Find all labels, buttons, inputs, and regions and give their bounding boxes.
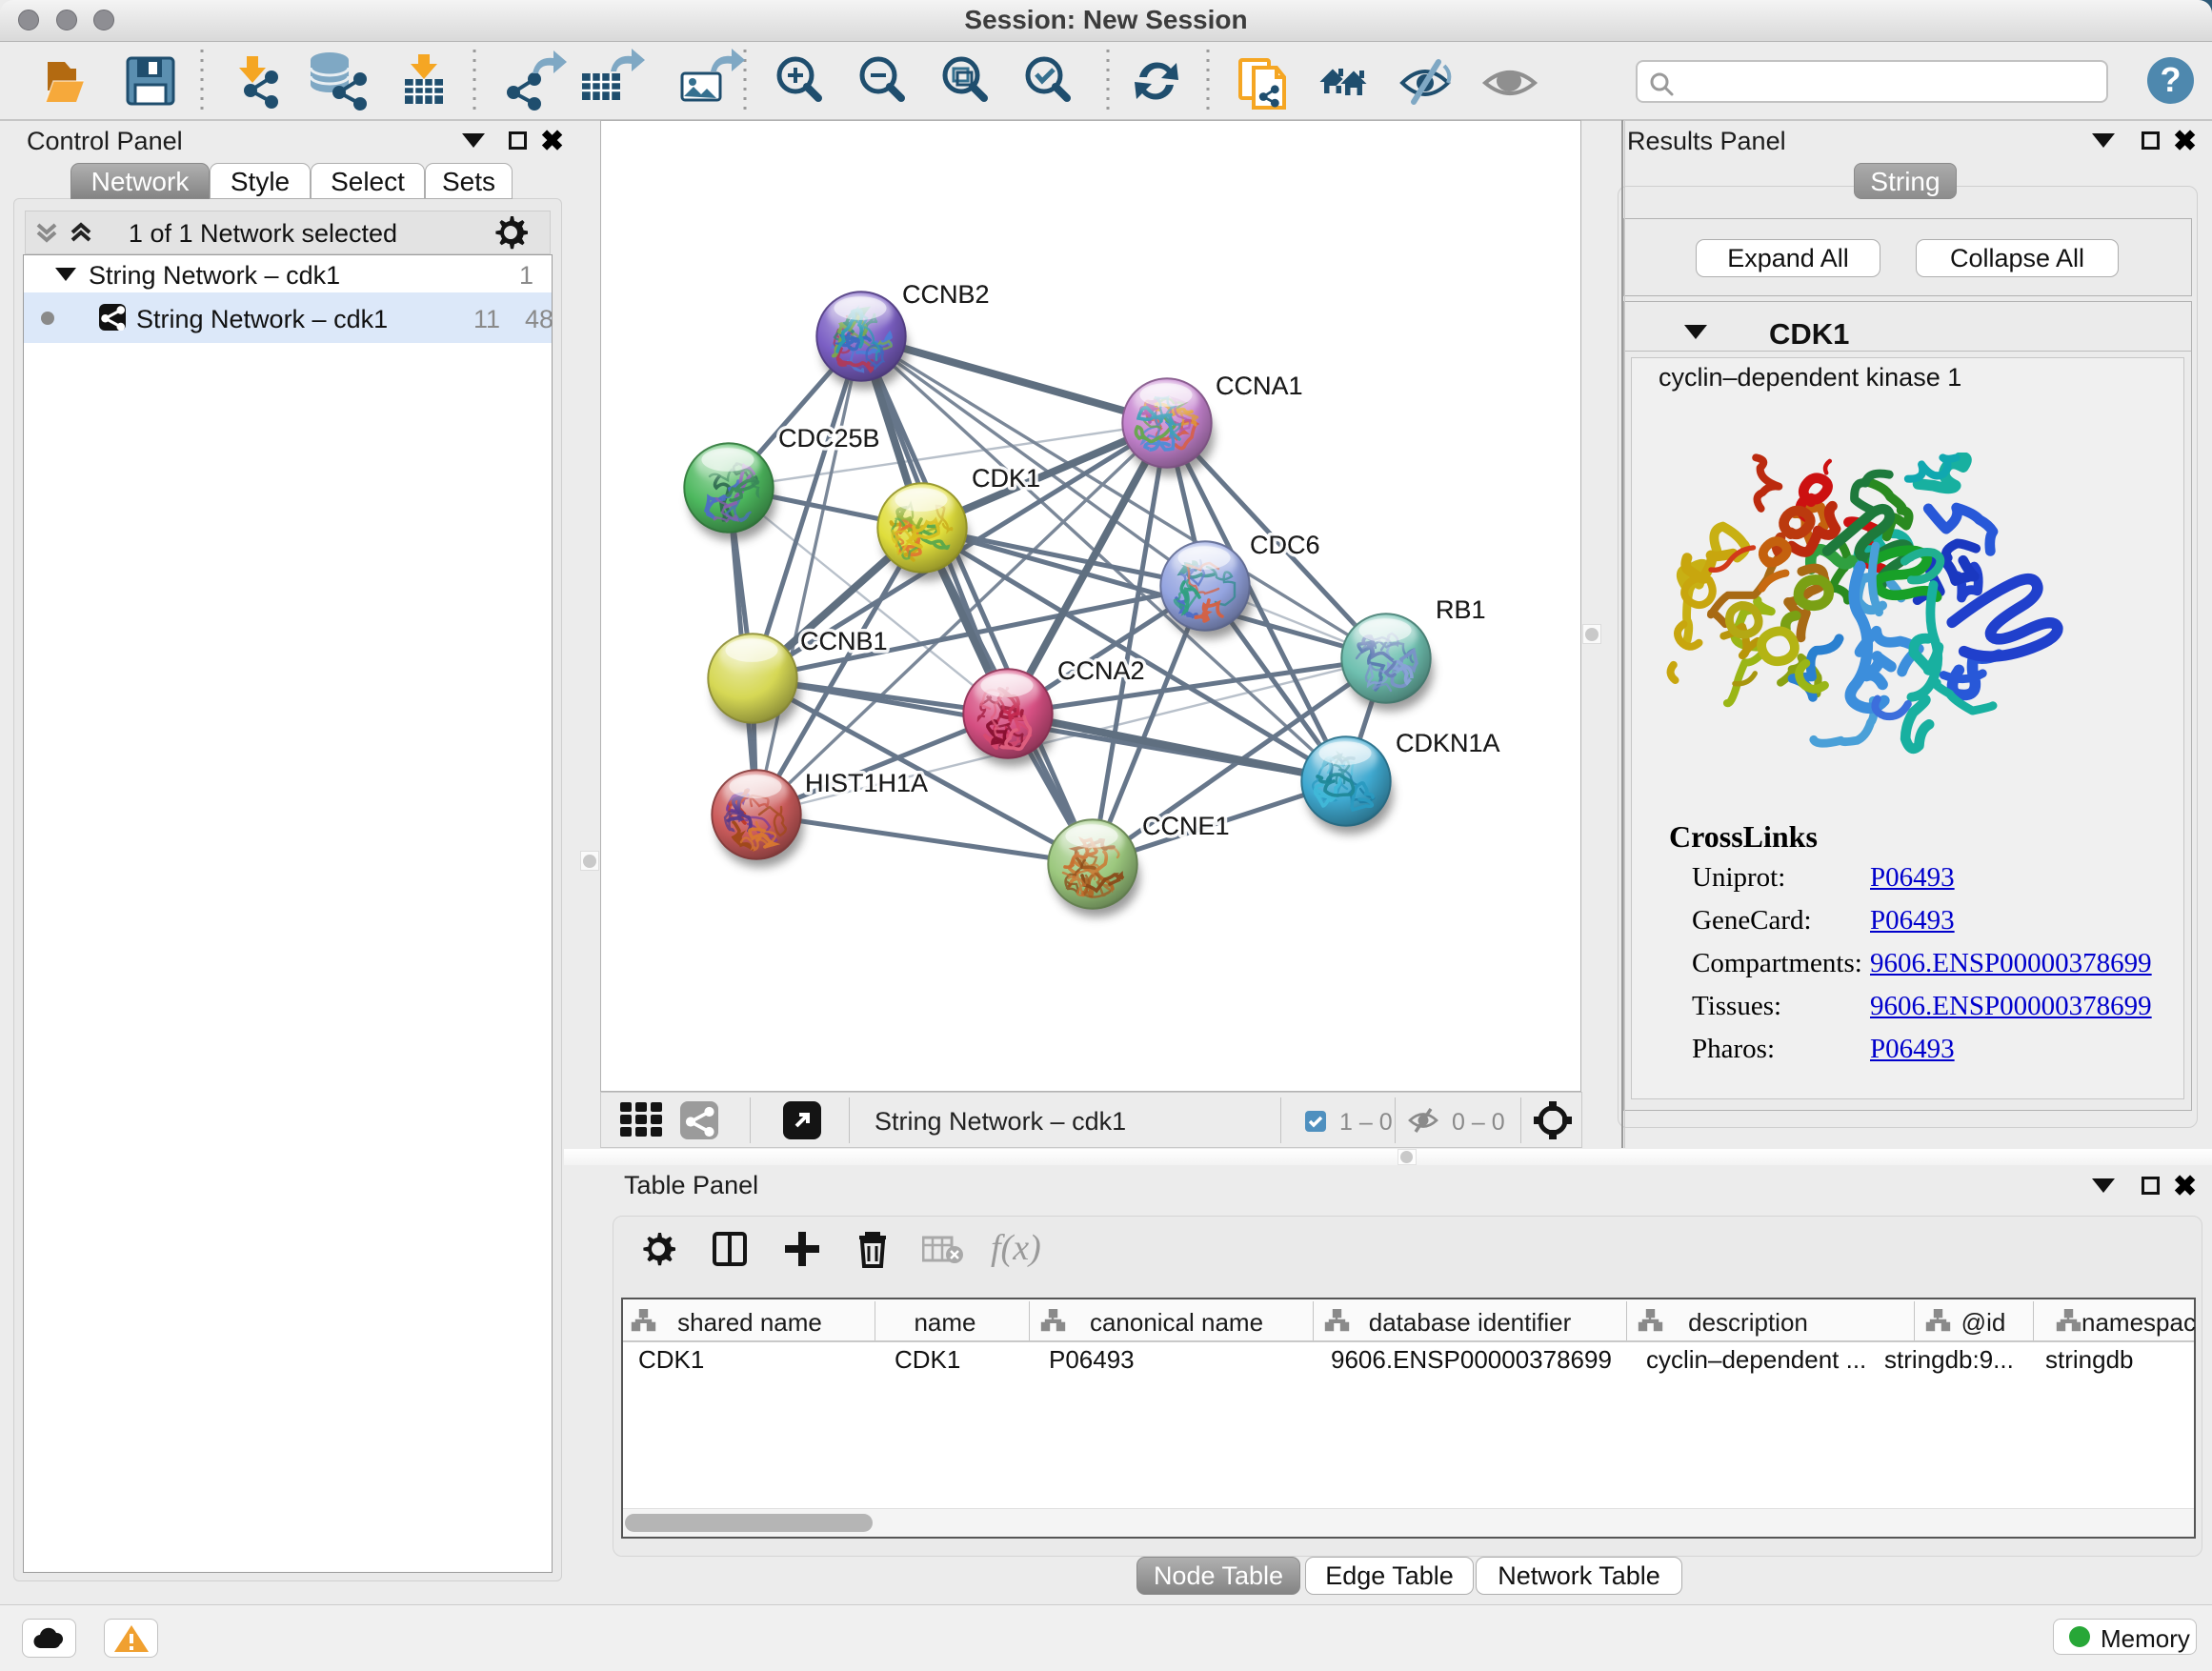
svg-text:CCNB2: CCNB2	[902, 280, 990, 309]
svg-text:CCNA1: CCNA1	[1216, 372, 1303, 400]
svg-text:CDKN1A: CDKN1A	[1396, 729, 1500, 757]
svg-text:CCNB1: CCNB1	[800, 627, 888, 655]
svg-text:CDC25B: CDC25B	[778, 424, 880, 453]
svg-text:CCNA2: CCNA2	[1057, 656, 1145, 685]
svg-text:RB1: RB1	[1436, 595, 1486, 624]
svg-text:CDK1: CDK1	[972, 464, 1040, 493]
svg-text:CCNE1: CCNE1	[1142, 812, 1230, 840]
svg-text:CDC6: CDC6	[1250, 531, 1320, 559]
svg-text:HIST1H1A: HIST1H1A	[805, 769, 928, 797]
